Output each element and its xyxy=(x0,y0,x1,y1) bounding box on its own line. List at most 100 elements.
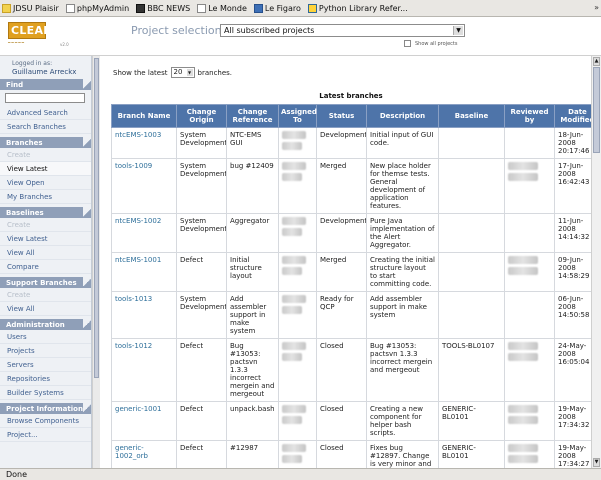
sidebar-item[interactable]: Users xyxy=(0,330,91,344)
branch-count-select[interactable]: 20 ▼ xyxy=(170,67,195,78)
sidebar-item[interactable]: Browse Components xyxy=(0,414,91,428)
table-row: generic-1001 Defect unpack.bash Closed Creat… xyxy=(111,401,601,441)
column-header[interactable]: Assigned To xyxy=(278,104,317,128)
reviewed-by-cell xyxy=(504,158,555,214)
bookmark-page-icon xyxy=(65,3,75,13)
sidebar-scroll-thumb[interactable] xyxy=(94,58,99,378)
app-logo: CLEAR xyxy=(8,22,52,39)
column-header[interactable]: Change Origin xyxy=(176,104,227,128)
redacted-name xyxy=(508,444,538,452)
column-header[interactable]: Branch Name xyxy=(111,104,177,128)
redacted-name xyxy=(508,455,538,463)
column-header[interactable]: Reviewed by xyxy=(504,104,555,128)
user-name[interactable]: Guillaume Arreckx xyxy=(12,68,91,76)
branch-name-link[interactable]: ntcEMS-1001 xyxy=(111,252,177,292)
baseline-cell xyxy=(438,127,505,159)
bookmark-item[interactable]: Le Monde xyxy=(197,3,247,13)
chevron-down-icon[interactable]: ▼ xyxy=(453,26,463,35)
table-row: tools-1012 Defect Bug #13053: pactsvn 1.3.… xyxy=(111,338,601,402)
project-select[interactable]: All subscribed projects ▼ xyxy=(220,24,465,37)
description-cell: Creating a new component for helper bash… xyxy=(366,401,439,441)
sidebar-item[interactable]: Advanced Search xyxy=(0,106,91,120)
column-header[interactable]: Baseline xyxy=(438,104,505,128)
scroll-down-icon[interactable]: ▼ xyxy=(593,458,600,467)
logged-in-label: Logged in as: xyxy=(12,60,53,67)
bookmark-item[interactable]: phpMyAdmin xyxy=(65,3,129,13)
change-reference-cell: Add assembler support in make system xyxy=(226,291,279,339)
find-input[interactable] xyxy=(5,93,85,103)
branch-name-link[interactable]: ntcEMS-1002 xyxy=(111,213,177,253)
main-scroll-thumb[interactable] xyxy=(593,67,600,153)
branch-name-link[interactable]: generic-1002_orb xyxy=(111,440,177,468)
assigned-to-cell xyxy=(278,127,317,159)
sidebar-item[interactable]: View All xyxy=(0,246,91,260)
assigned-to-cell xyxy=(278,291,317,339)
bookmark-page-icon xyxy=(197,3,207,13)
sidebar-item[interactable]: Search Branches xyxy=(0,120,91,134)
assigned-to-cell xyxy=(278,440,317,468)
reviewed-by-cell xyxy=(504,440,555,468)
redacted-name xyxy=(282,295,306,303)
baseline-cell: TOOLS-BL0107 xyxy=(438,338,505,402)
bookmarks-overflow-icon[interactable]: » xyxy=(594,3,599,12)
column-header[interactable]: Description xyxy=(366,104,439,128)
main-scrollbar[interactable]: ▲ ▼ xyxy=(591,56,601,468)
sidebar-item[interactable]: View Latest xyxy=(0,232,91,246)
redacted-name xyxy=(282,162,306,170)
redacted-name xyxy=(282,142,302,150)
bookmark-item[interactable]: Le Figaro xyxy=(253,3,301,13)
redacted-name xyxy=(508,173,538,181)
change-reference-cell: NTC-EMS GUI xyxy=(226,127,279,159)
reviewed-by-cell xyxy=(504,401,555,441)
sidebar-item[interactable]: Builder Systems xyxy=(0,386,91,400)
description-cell: Initial input of GUI code. xyxy=(366,127,439,159)
redacted-name xyxy=(508,353,538,361)
status-bar: Done xyxy=(0,468,601,480)
redacted-name xyxy=(508,416,538,424)
status-cell: Merged xyxy=(316,158,367,214)
column-header[interactable]: Status xyxy=(316,104,367,128)
sidebar-item[interactable]: My Branches xyxy=(0,190,91,204)
chevron-down-icon[interactable]: ▼ xyxy=(186,69,193,76)
bookmark-item[interactable]: JDSU Plaisir xyxy=(2,3,59,13)
sidebar-item[interactable]: View All xyxy=(0,302,91,316)
reviewed-by-cell xyxy=(504,127,555,159)
change-origin-cell: System Development xyxy=(176,158,227,214)
show-latest-suffix: branches. xyxy=(197,68,233,77)
bookmark-label: Le Monde xyxy=(208,3,247,13)
branch-name-link[interactable]: generic-1001 xyxy=(111,401,177,441)
description-cell: Bug #13053: pactsvn 1.3.3 incorrect merg… xyxy=(366,338,439,402)
figaro-icon xyxy=(253,3,263,13)
sidebar-item[interactable]: View Open xyxy=(0,176,91,190)
show-all-checkbox[interactable] xyxy=(404,40,411,47)
column-header[interactable]: Change Reference xyxy=(226,104,279,128)
sidebar-item: Create xyxy=(0,218,91,232)
sidebar-item[interactable]: Servers xyxy=(0,358,91,372)
sidebar-item[interactable]: Repositories xyxy=(0,372,91,386)
redacted-name xyxy=(282,306,302,314)
branch-name-link[interactable]: tools-1012 xyxy=(111,338,177,402)
bookmark-item[interactable]: Python Library Refer... xyxy=(307,3,408,13)
change-reference-cell: bug #12409 xyxy=(226,158,279,214)
reviewed-by-cell xyxy=(504,213,555,253)
bookmark-label: Python Library Refer... xyxy=(318,3,408,13)
sidebar-item[interactable]: Project... xyxy=(0,428,91,442)
scroll-up-icon[interactable]: ▲ xyxy=(593,57,600,66)
sidebar-scrollbar[interactable] xyxy=(92,56,100,468)
change-origin-cell: System Development xyxy=(176,127,227,159)
branch-name-link[interactable]: tools-1013 xyxy=(111,291,177,339)
sidebar-item[interactable]: Compare xyxy=(0,260,91,274)
baseline-cell xyxy=(438,213,505,253)
status-cell: Closed xyxy=(316,401,367,441)
bookmark-label: Le Figaro xyxy=(264,3,301,13)
bookmark-item[interactable]: BBC NEWS xyxy=(136,3,190,13)
status-cell: Development xyxy=(316,127,367,159)
branch-name-link[interactable]: tools-1009 xyxy=(111,158,177,214)
reviewed-by-cell xyxy=(504,291,555,339)
branch-name-link[interactable]: ntcEMS-1003 xyxy=(111,127,177,159)
sidebar-item[interactable]: Projects xyxy=(0,344,91,358)
show-all-label: Show all projects xyxy=(415,40,458,47)
logo-tagline: ━━━━━ xyxy=(8,40,26,45)
sidebar-item[interactable]: View Latest xyxy=(0,162,91,176)
show-all-projects[interactable]: Show all projects xyxy=(404,40,457,47)
